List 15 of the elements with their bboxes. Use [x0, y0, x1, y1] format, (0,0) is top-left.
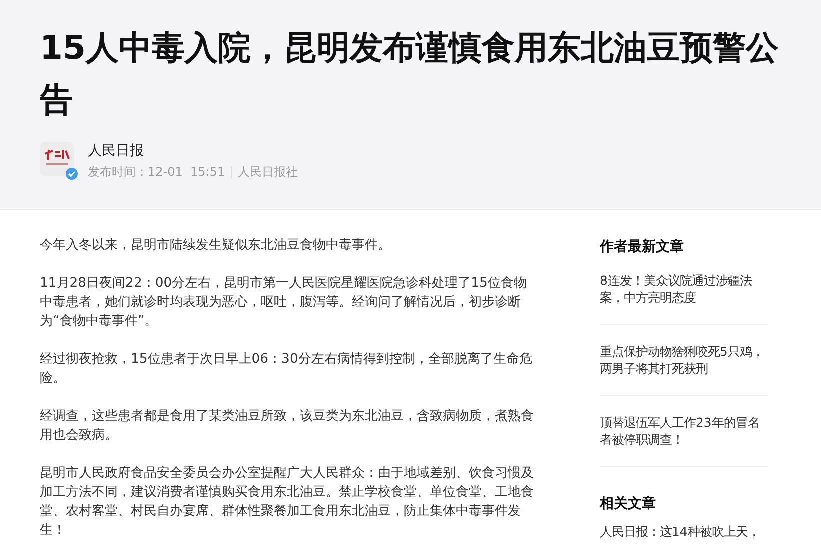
paragraph: 今年入冬以来，昆明市陆续发生疑似东北油豆食物中毒事件。: [40, 237, 392, 255]
paragraph: 经调查，这些患者都是食用了某类油豆所致，该豆类为东北油豆，含致病物质，煮熟食用也会致病。: [40, 408, 535, 445]
article-link[interactable]: 重点保护动物猞猁咬死5只鸡，两男子将其打死获刑: [600, 343, 768, 396]
section-heading: 作者最新文章: [600, 238, 685, 256]
article-title: 15人中毒入院，昆明发布谨慎食用东北油豆预警公告: [40, 27, 780, 121]
article-link[interactable]: 人民日报：这14种被吹上天，: [600, 523, 768, 549]
paragraph: 11月28日夜间22：00分左右，昆明市第一人民医院星耀医院急诊科处理了15位食物中毒患者，她们就诊时均表现为恶心，呕吐，腹泻等。经询问了解情况后，初步诊断为“食物中毒事件”。: [40, 275, 528, 331]
section-heading: 相关文章: [600, 495, 657, 513]
paragraph: 昆明市人民政府食品安全委员会办公室提醒广大人民群众：由于地域差别、饮食习惯及加工方法不同，建议消费者谨慎购买食用东北油豆。禁止学校食堂、单位食堂、工地食堂、农村客堂、村民自办宴席、群体性聚餐加工食用东北油豆，防止集体中毒事件发生！: [40, 465, 535, 540]
article-link[interactable]: 8连发！美众议院通过涉疆法案，中方亮明态度: [600, 272, 768, 325]
paragraph: 经过彻夜抢救，15位患者于次日早上06：30分左右病情得到控制，全部脱离了生命危险。: [40, 351, 534, 388]
source-name: 人民日报社: [238, 164, 298, 181]
author-name[interactable]: 人民日报: [88, 142, 298, 160]
article-link[interactable]: 顶替退伍军人工作23年的冒名者被停职调查！: [600, 414, 768, 467]
publish-time: 发布时间：12-01 15:51: [88, 164, 226, 181]
